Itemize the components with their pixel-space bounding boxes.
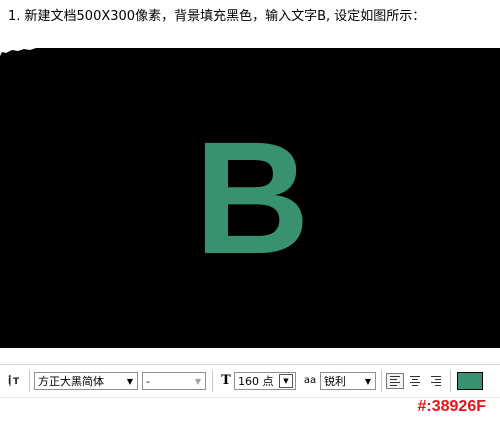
instruction-text: 1. 新建文档500X300像素，背景填充黑色，输入文字B, 设定如图所示： bbox=[8, 9, 426, 24]
chevron-down-icon: ▼ bbox=[279, 374, 293, 388]
font-style-select[interactable]: - ▼ bbox=[142, 372, 206, 390]
toolbar-separator bbox=[450, 370, 451, 392]
toolbar-separator bbox=[29, 370, 30, 392]
document-canvas[interactable]: B bbox=[0, 48, 500, 348]
color-code-caption: #:38926F bbox=[417, 398, 487, 415]
toolbar-separator bbox=[381, 370, 382, 392]
chevron-down-icon: ▼ bbox=[364, 376, 372, 386]
antialias-select[interactable]: 锐利 ▼ bbox=[320, 372, 376, 390]
antialias-icon: aa bbox=[303, 375, 317, 386]
font-family-select[interactable]: 方正大黑简体 ▼ bbox=[34, 372, 138, 390]
font-size-value: 160 点 bbox=[238, 375, 274, 388]
align-right-button[interactable] bbox=[426, 373, 444, 389]
align-left-button[interactable] bbox=[386, 373, 404, 389]
canvas-text-layer[interactable]: B bbox=[0, 48, 500, 348]
font-size-icon: T bbox=[221, 373, 231, 388]
antialias-value: 锐利 bbox=[324, 375, 346, 388]
svg-text:T: T bbox=[13, 377, 20, 387]
align-center-button[interactable] bbox=[406, 373, 424, 389]
text-color-swatch[interactable] bbox=[457, 372, 483, 390]
toolbar-separator bbox=[212, 370, 213, 392]
chevron-down-icon: ▼ bbox=[126, 376, 134, 386]
text-options-toolbar: I T 方正大黑简体 ▼ - ▼ T 160 点 ▼ aa 锐利 ▼ bbox=[0, 364, 500, 398]
chevron-down-icon: ▼ bbox=[194, 376, 202, 386]
text-orientation-icon[interactable]: I T bbox=[8, 373, 24, 389]
font-family-value: 方正大黑简体 bbox=[38, 375, 104, 388]
font-size-select[interactable]: 160 点 ▼ bbox=[234, 372, 296, 390]
font-style-value: - bbox=[146, 374, 150, 388]
